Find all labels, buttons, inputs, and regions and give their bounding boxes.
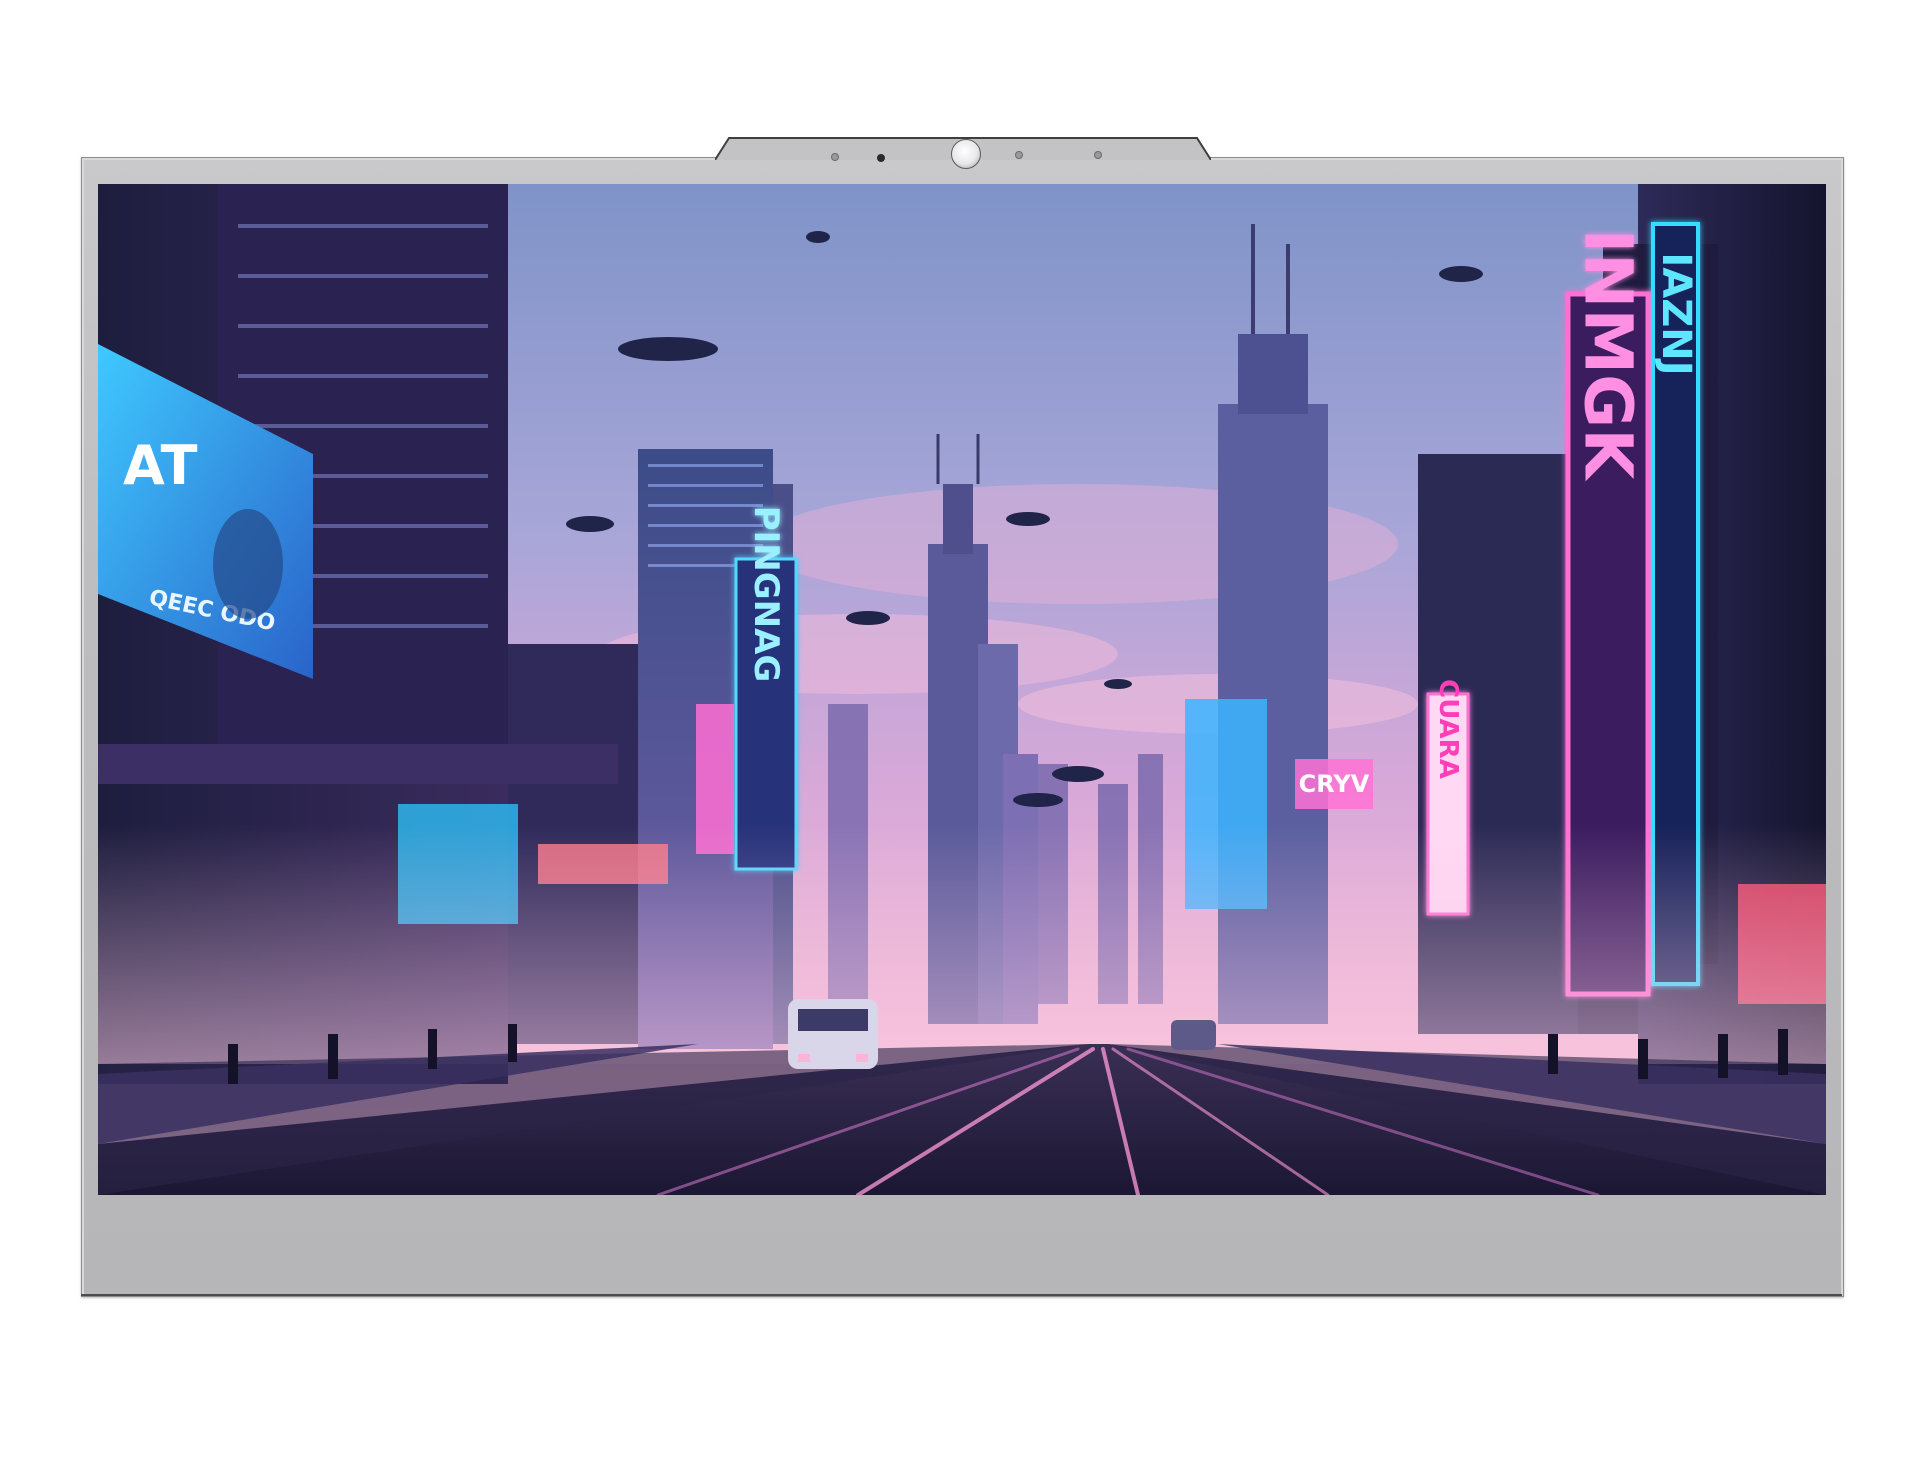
bezel-bottom-edge: [81, 1294, 1842, 1296]
car: [1171, 1020, 1216, 1050]
iaznj-sign: IAZNJ: [1653, 252, 1699, 375]
crfv-sign: CRYV: [1299, 770, 1370, 798]
webcam-lens-icon: [951, 139, 981, 169]
tower-sign-text: PINGNAG: [746, 506, 786, 683]
display-screen: AT QEEC ODO PINGNAG CRYV CUARA INMGK IAZ…: [98, 184, 1826, 1195]
cuara-sign: CUARA: [1433, 679, 1463, 779]
camera-indicator-icon: [877, 154, 885, 162]
vertical-tower-sign: PINGNAG: [734, 506, 798, 871]
sensor-dot-mid-icon: [1015, 151, 1023, 159]
city-wallpaper: AT QEEC ODO PINGNAG CRYV CUARA INMGK IAZ…: [98, 184, 1826, 1195]
horizon-haze: [98, 824, 1826, 1064]
product-photo: AT QEEC ODO PINGNAG CRYV CUARA INMGK IAZ…: [0, 0, 1920, 1484]
billboard-logo: AT: [123, 434, 198, 497]
sensor-dot-right-icon: [1094, 151, 1102, 159]
inmgk-sign: INMGK: [1570, 229, 1647, 483]
van: [788, 999, 878, 1069]
sensor-dot-left-icon: [831, 153, 839, 161]
